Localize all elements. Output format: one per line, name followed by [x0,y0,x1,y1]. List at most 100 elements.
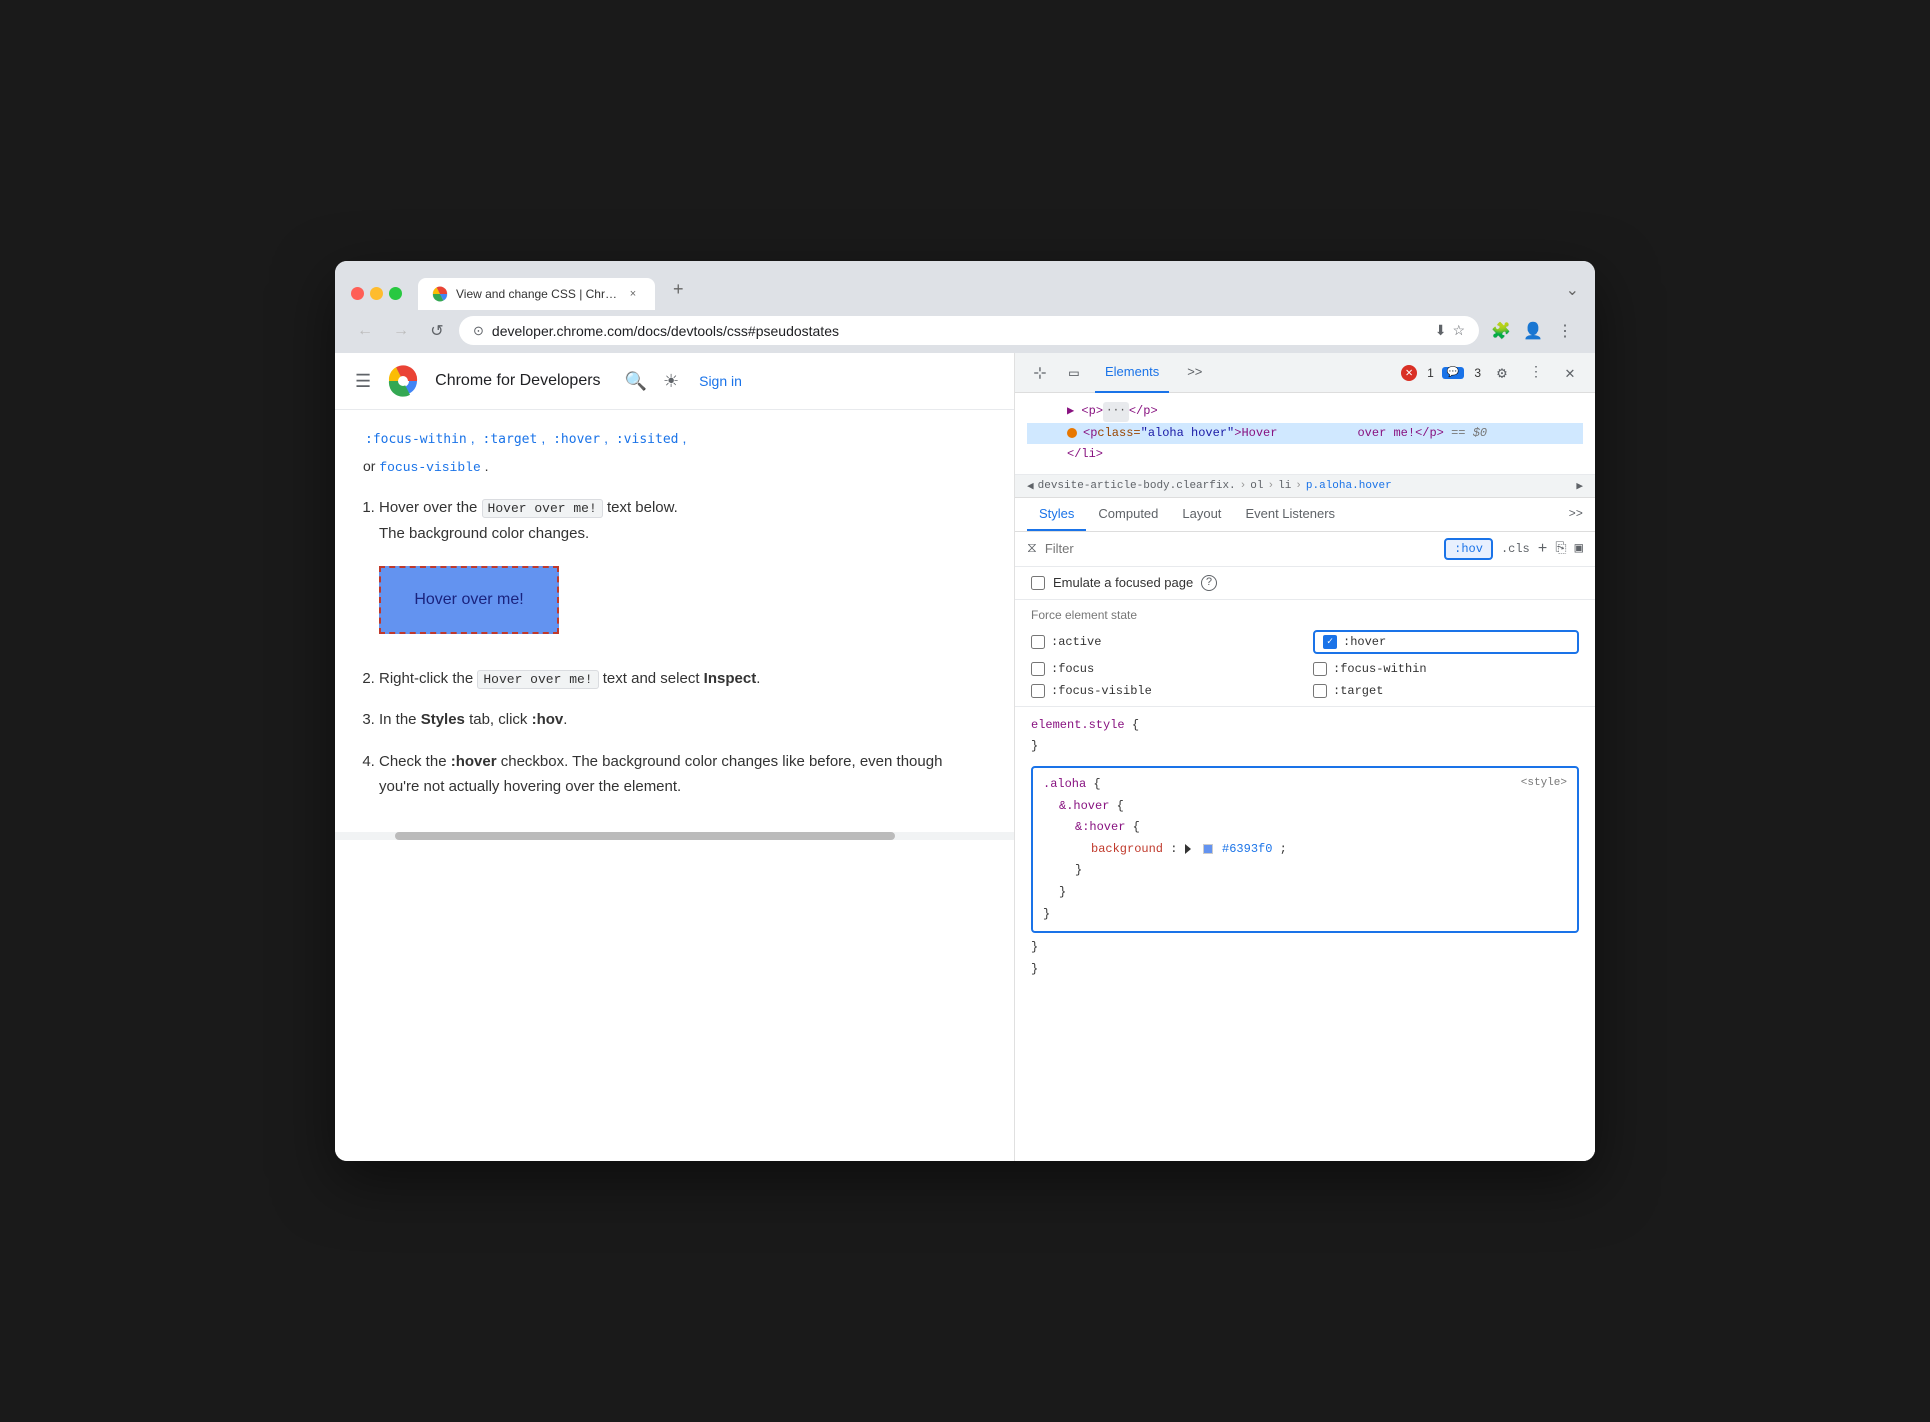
state-active: :active [1031,630,1297,654]
cls-button[interactable]: .cls [1501,542,1530,556]
tab-more-button[interactable]: ⌄ [1566,280,1579,310]
triangle-icon[interactable] [1185,842,1194,856]
breadcrumb-forward[interactable]: ▶ [1576,479,1583,493]
emulate-section: Emulate a focused page ? [1015,567,1595,600]
url-right-icons: ⬇ ☆ [1435,322,1465,339]
theme-icon[interactable]: ☀ [663,371,679,392]
bookmark-icon[interactable]: ☆ [1452,322,1465,339]
hamburger-icon[interactable]: ☰ [355,371,371,392]
hover-demo-button[interactable]: Hover over me! [379,566,559,633]
aloha-selector[interactable]: .aloha { [1043,774,1567,796]
focus-within-checkbox[interactable] [1313,662,1327,676]
filter-input[interactable] [1045,541,1436,556]
active-checkbox[interactable] [1031,635,1045,649]
search-icon[interactable]: 🔍 [625,371,647,392]
add-rule-button[interactable]: + [1538,540,1548,558]
menu-icon-btn[interactable]: ⋮ [1551,317,1579,345]
aloha-rule: <style> .aloha { &.hover { &:hover { bac… [1031,766,1579,933]
tab-elements[interactable]: Elements [1095,353,1169,393]
bc-item-active[interactable]: p.aloha.hover [1306,480,1392,492]
background-prop[interactable]: background : #6393f0 ; [1075,839,1567,861]
dom-line-1[interactable]: ▶ <p> ··· </p> [1027,401,1583,423]
dom-line-3[interactable]: </li> [1027,444,1583,466]
inspector-icon[interactable]: ⊹ [1027,360,1053,386]
tab-event-listeners[interactable]: Event Listeners [1233,498,1347,531]
back-button[interactable]: ← [351,317,379,345]
focus-visible-checkbox[interactable] [1031,684,1045,698]
article-steps: Hover over the Hover over me! text below… [363,495,986,799]
more-options-icon[interactable]: ⋮ [1523,360,1549,386]
tab-computed[interactable]: Computed [1086,498,1170,531]
minimize-button[interactable] [370,287,383,300]
bc-item-3[interactable]: li [1278,480,1291,492]
hover-link[interactable]: :hover [553,432,600,447]
download-icon[interactable]: ⬇ [1435,322,1447,339]
state-focus: :focus [1031,662,1297,676]
hover-label: :hover [1343,635,1386,649]
styles-more-tabs[interactable]: >> [1569,507,1583,521]
scrollbar-thumb[interactable] [395,832,895,840]
dom-line-selected[interactable]: <p class= "aloha hover" >Hover over me!<… [1027,423,1583,445]
emulate-focused-checkbox[interactable] [1031,576,1045,590]
info-icon[interactable]: ? [1201,575,1217,591]
layout-icon[interactable]: ▣ [1575,540,1583,557]
horizontal-scrollbar[interactable] [335,832,1014,840]
url-bar[interactable]: ⊙ developer.chrome.com/docs/devtools/css… [459,316,1479,345]
hover-nested: &.hover { &:hover { background : #6393f0… [1043,796,1567,904]
forward-button[interactable]: → [387,317,415,345]
tab-close-button[interactable]: × [625,286,641,302]
focus-label: :focus [1051,662,1094,676]
extensions-icon[interactable]: 🧩 [1487,317,1515,345]
browser-tab[interactable]: View and change CSS | Chr… × [418,278,655,310]
state-focus-visible: :focus-visible [1031,684,1297,698]
step1-code: Hover over me! [482,499,603,518]
bc-item-2[interactable]: ol [1250,480,1263,492]
profile-icon[interactable]: 👤 [1519,317,1547,345]
state-hover: :hover [1313,630,1579,654]
focus-visible-line: or focus-visible . [363,455,986,479]
device-icon[interactable]: ▭ [1061,360,1087,386]
devtools-close-button[interactable]: ✕ [1557,360,1583,386]
hov-button[interactable]: :hov [1444,538,1493,560]
dom-tree: ▶ <p> ··· </p> <p class= "aloha hover" >… [1015,393,1595,475]
maximize-button[interactable] [389,287,402,300]
target-checkbox[interactable] [1313,684,1327,698]
filter-icon: ⧖ [1027,541,1037,557]
step-1: Hover over the Hover over me! text below… [379,495,986,649]
new-tab-button[interactable]: + [663,271,694,310]
breadcrumb-back[interactable]: ◀ [1027,479,1034,493]
element-style-selector: element.style { [1031,715,1579,737]
element-style-closing: } [1031,736,1579,758]
target-link[interactable]: :target [483,432,538,447]
styles-tabs: Styles Computed Layout Event Listeners >… [1015,498,1595,532]
error-count: 1 [1427,366,1434,380]
force-state-section: Force element state :active :hover :focu… [1015,600,1595,707]
color-swatch[interactable] [1203,844,1213,854]
hover-pseudo: &:hover { background : #6393f0 ; } [1059,817,1567,882]
step-2: Right-click the Hover over me! text and … [379,666,986,692]
sign-in-button[interactable]: Sign in [699,373,742,389]
focus-visible-label: :focus-visible [1051,684,1152,698]
copy-styles-icon[interactable]: ⎘ [1555,541,1566,557]
force-state-label: Force element state [1031,608,1579,622]
active-label: :active [1051,635,1101,649]
outer-closing: } } [1031,937,1579,980]
hover-checkbox-bold: :hover [451,753,497,770]
bc-item-1[interactable]: devsite-article-body.clearfix. [1038,480,1236,492]
focus-within-link[interactable]: :focus-within [365,432,467,447]
focus-visible-link[interactable]: focus-visible [379,460,480,475]
tab-layout[interactable]: Layout [1170,498,1233,531]
settings-icon[interactable]: ⚙ [1489,360,1515,386]
step2-code: Hover over me! [477,670,598,689]
emulate-label: Emulate a focused page [1053,575,1193,590]
visited-link[interactable]: :visited [616,432,679,447]
close-button[interactable] [351,287,364,300]
hov-bold: :hov [532,711,564,728]
tab-styles[interactable]: Styles [1027,498,1086,531]
element-style-rule: element.style { } [1031,715,1579,758]
reload-button[interactable]: ↺ [423,317,451,345]
focus-checkbox[interactable] [1031,662,1045,676]
styles-bold: Styles [421,711,465,728]
hover-checkbox[interactable] [1323,635,1337,649]
tab-more[interactable]: >> [1177,353,1212,393]
